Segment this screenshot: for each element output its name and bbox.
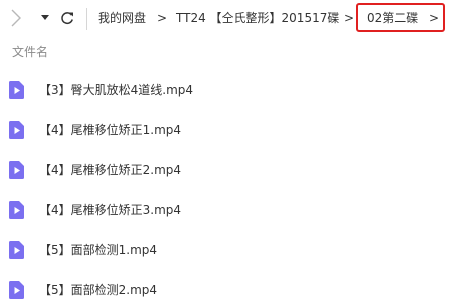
chevron-right-icon bbox=[11, 9, 21, 27]
video-file-icon bbox=[9, 281, 24, 299]
breadcrumb-current[interactable]: 02第二碟 bbox=[367, 10, 418, 26]
forward-button[interactable] bbox=[8, 8, 24, 28]
file-row[interactable]: 【5】面部检测1.mp4 bbox=[0, 230, 459, 270]
toolbar: 我的网盘 > TT24 【仝氏整形】201517碟 > 02第二碟 > bbox=[0, 0, 459, 38]
refresh-button[interactable] bbox=[58, 9, 76, 27]
file-row[interactable]: 【4】尾椎移位矫正2.mp4 bbox=[0, 150, 459, 190]
file-row[interactable]: 【4】尾椎移位矫正3.mp4 bbox=[0, 190, 459, 230]
file-row[interactable]: 【4】尾椎移位矫正1.mp4 bbox=[0, 110, 459, 150]
toolbar-divider bbox=[86, 8, 87, 30]
refresh-icon bbox=[61, 12, 73, 25]
video-file-icon bbox=[9, 161, 24, 179]
file-name: 【4】尾椎移位矫正3.mp4 bbox=[39, 203, 182, 217]
video-file-icon bbox=[9, 241, 24, 259]
video-file-icon bbox=[9, 201, 24, 219]
file-row[interactable]: 【3】臀大肌放松4道线.mp4 bbox=[0, 70, 459, 110]
video-file-icon bbox=[9, 121, 24, 139]
video-file-icon bbox=[9, 81, 24, 99]
file-name: 【3】臀大肌放松4道线.mp4 bbox=[39, 83, 194, 97]
breadcrumb-folder[interactable]: TT24 【仝氏整形】201517碟 bbox=[176, 10, 339, 26]
file-name: 【4】尾椎移位矫正2.mp4 bbox=[39, 163, 182, 177]
breadcrumb-separator: > bbox=[344, 11, 355, 25]
file-name: 【4】尾椎移位矫正1.mp4 bbox=[39, 123, 182, 137]
history-dropdown-button[interactable] bbox=[38, 10, 52, 26]
file-row[interactable]: 【5】面部检测2.mp4 bbox=[0, 270, 459, 305]
breadcrumb-root[interactable]: 我的网盘 bbox=[98, 10, 146, 26]
file-browser: 我的网盘 > TT24 【仝氏整形】201517碟 > 02第二碟 > 文件名 … bbox=[0, 0, 459, 305]
file-name: 【5】面部检测1.mp4 bbox=[39, 243, 158, 257]
breadcrumb-separator: > bbox=[157, 11, 168, 25]
column-header-filename[interactable]: 文件名 bbox=[12, 44, 48, 60]
file-name: 【5】面部检测2.mp4 bbox=[39, 283, 158, 297]
caret-down-icon bbox=[41, 15, 49, 20]
breadcrumb-separator: > bbox=[429, 11, 440, 25]
